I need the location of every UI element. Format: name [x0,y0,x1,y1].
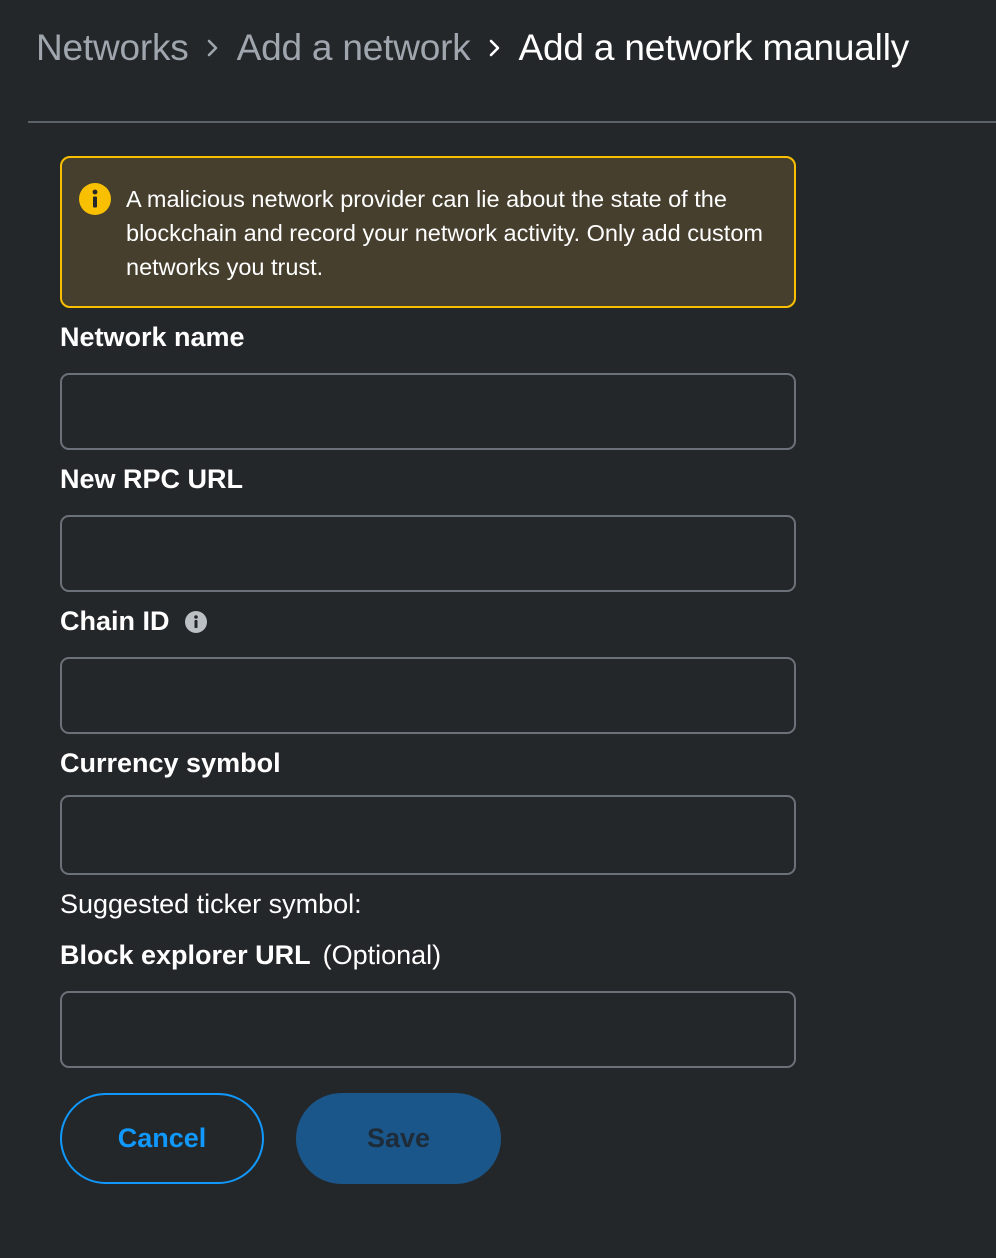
block-explorer-label: Block explorer URL (Optional) [60,940,441,971]
currency-symbol-label-text: Currency symbol [60,748,281,778]
block-explorer-input[interactable] [60,991,796,1068]
add-network-manually-page: Networks Add a network Add a network man… [0,0,996,1258]
breadcrumb-networks-link[interactable]: Networks [36,27,189,69]
breadcrumb: Networks Add a network Add a network man… [36,26,909,70]
info-icon[interactable] [184,610,208,634]
warning-text: A malicious network provider can lie abo… [126,186,763,280]
chevron-right-icon [471,26,519,70]
currency-symbol-label: Currency symbol [60,748,281,779]
chain-id-label-text: Chain ID [60,606,170,636]
block-explorer-label-text: Block explorer URL [60,940,311,970]
chevron-right-icon [189,26,237,70]
network-name-label-text: Network name [60,322,245,352]
save-button[interactable]: Save [296,1093,501,1184]
rpc-url-input[interactable] [60,515,796,592]
suggested-ticker-text: Suggested ticker symbol: [60,889,362,919]
cancel-button[interactable]: Cancel [60,1093,264,1184]
info-circle-icon [78,182,112,216]
network-name-label: Network name [60,322,245,353]
rpc-url-label-text: New RPC URL [60,464,244,494]
optional-tag: (Optional) [322,940,442,970]
chain-id-label: Chain ID [60,606,208,637]
currency-symbol-input[interactable] [60,795,796,875]
warning-banner: A malicious network provider can lie abo… [60,156,796,308]
network-name-input[interactable] [60,373,796,450]
rpc-url-label: New RPC URL [60,464,243,495]
breadcrumb-add-network-link[interactable]: Add a network [237,27,471,69]
chain-id-input[interactable] [60,657,796,734]
header-divider [28,121,996,123]
breadcrumb-current-page: Add a network manually [518,27,910,68]
